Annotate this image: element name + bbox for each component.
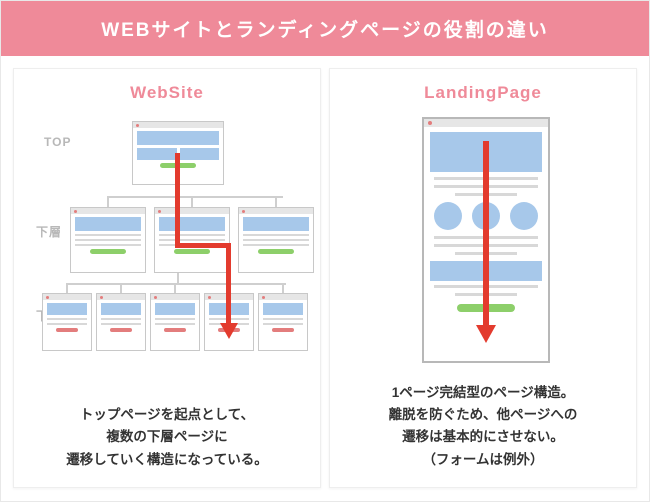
landing-title: LandingPage [330, 83, 636, 103]
page-thumb-mid [154, 207, 230, 273]
website-title: WebSite [14, 83, 320, 103]
panel-landingpage: LandingPage 1ページ完結型のページ構造。 離脱を防ぐため、他ページへ… [329, 68, 637, 488]
flow-arrow [175, 243, 231, 248]
website-tree: TOP 下層 下層 [14, 115, 320, 375]
flow-arrow-head-icon [476, 325, 496, 343]
tree-connector [120, 283, 122, 293]
flow-arrow-head-icon [220, 323, 238, 339]
landing-caption: 1ページ完結型のページ構造。 離脱を防ぐため、他ページへの 遷移は基本的にさせな… [330, 382, 636, 471]
tree-connector [275, 196, 277, 207]
tree-connector [107, 196, 283, 198]
page-thumb-bottom [96, 293, 146, 351]
tree-connector [282, 283, 284, 293]
tree-connector [107, 196, 109, 207]
flow-arrow [226, 243, 231, 327]
tree-connector [66, 283, 68, 293]
tree-connector [174, 283, 176, 293]
diagram-frame: WEBサイトとランディングページの役割の違い WebSite TOP 下層 下層 [0, 0, 650, 502]
header-title: WEBサイトとランディングページの役割の違い [1, 1, 649, 56]
level-label-top: TOP [44, 135, 71, 149]
page-thumb-bottom [258, 293, 308, 351]
tree-connector [191, 196, 193, 207]
tree-connector [66, 283, 286, 285]
panels-row: WebSite TOP 下層 下層 [1, 56, 649, 500]
panel-website: WebSite TOP 下層 下層 [13, 68, 321, 488]
website-caption: トップページを起点として、 複数の下層ページに 遷移していく構造になっている。 [14, 404, 320, 471]
page-thumb-mid [238, 207, 314, 273]
page-thumb-mid [70, 207, 146, 273]
level-label-mid: 下層 [36, 223, 62, 240]
landing-illustration [330, 115, 636, 375]
flow-arrow [483, 141, 489, 329]
page-thumb-bottom [42, 293, 92, 351]
page-thumb-bottom [150, 293, 200, 351]
tree-connector [177, 273, 179, 283]
flow-arrow [175, 153, 180, 245]
